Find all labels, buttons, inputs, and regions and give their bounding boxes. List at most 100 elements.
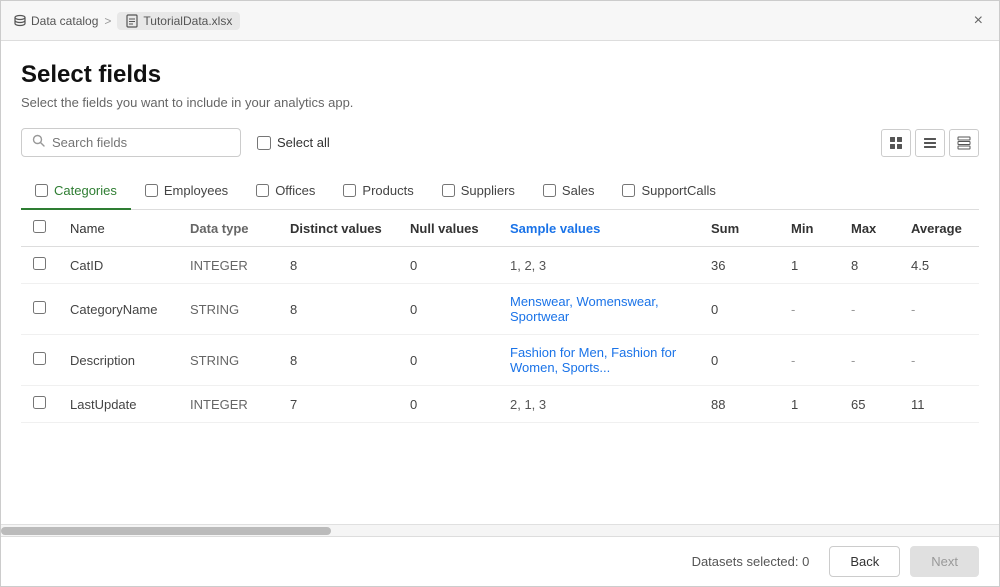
- page-title: Select fields: [21, 61, 979, 89]
- titlebar: Data catalog > TutorialData.xlsx ×: [1, 1, 999, 41]
- header-min: Min: [779, 210, 839, 247]
- row-avg: 4.5: [899, 247, 979, 284]
- row-checkbox[interactable]: [33, 257, 46, 270]
- list-view-button[interactable]: [915, 129, 945, 157]
- row-null: 0: [398, 247, 498, 284]
- breadcrumb: Data catalog > TutorialData.xlsx: [13, 12, 970, 30]
- row-check[interactable]: [21, 247, 58, 284]
- datasets-selected-label: Datasets selected: 0: [692, 554, 810, 569]
- row-distinct: 7: [278, 386, 398, 423]
- tab-suppliers[interactable]: Suppliers: [428, 173, 529, 210]
- row-name: CategoryName: [58, 284, 178, 335]
- select-all-checkbox[interactable]: [257, 136, 271, 150]
- row-check[interactable]: [21, 335, 58, 386]
- horizontal-scrollbar[interactable]: [1, 524, 999, 536]
- tab-categories[interactable]: Categories: [21, 173, 131, 210]
- row-distinct: 8: [278, 335, 398, 386]
- row-sum: 36: [699, 247, 779, 284]
- header-datatype: Data type: [178, 210, 278, 247]
- database-icon: [13, 14, 27, 28]
- row-min: 1: [779, 386, 839, 423]
- row-distinct: 8: [278, 284, 398, 335]
- tabs: Categories Employees Offices Products Su…: [21, 173, 979, 210]
- tab-employees-checkbox[interactable]: [145, 184, 158, 197]
- search-input[interactable]: [52, 135, 230, 150]
- tab-supportcalls-checkbox[interactable]: [622, 184, 635, 197]
- row-sum: 88: [699, 386, 779, 423]
- row-avg: -: [899, 335, 979, 386]
- tab-sales-checkbox[interactable]: [543, 184, 556, 197]
- row-checkbox[interactable]: [33, 396, 46, 409]
- tab-products[interactable]: Products: [329, 173, 427, 210]
- row-min: -: [779, 284, 839, 335]
- page-subtitle: Select the fields you want to include in…: [21, 95, 979, 110]
- row-name: CatID: [58, 247, 178, 284]
- fields-table: Name Data type Distinct values Null valu…: [21, 210, 979, 423]
- header-sample: Sample values: [498, 210, 699, 247]
- row-max: -: [839, 284, 899, 335]
- row-sample: Fashion for Men, Fashion for Women, Spor…: [498, 335, 699, 386]
- row-min: 1: [779, 247, 839, 284]
- row-type: INTEGER: [178, 386, 278, 423]
- row-checkbox[interactable]: [33, 352, 46, 365]
- table-select-all-checkbox[interactable]: [33, 220, 46, 233]
- row-distinct: 8: [278, 247, 398, 284]
- tab-offices-label: Offices: [275, 183, 315, 198]
- tab-products-checkbox[interactable]: [343, 184, 356, 197]
- row-sum: 0: [699, 284, 779, 335]
- breadcrumb-home-label: Data catalog: [31, 14, 98, 28]
- tab-sales[interactable]: Sales: [529, 173, 609, 210]
- row-null: 0: [398, 284, 498, 335]
- tab-products-label: Products: [362, 183, 413, 198]
- row-min: -: [779, 335, 839, 386]
- row-max: 8: [839, 247, 899, 284]
- tab-employees-label: Employees: [164, 183, 228, 198]
- view-icons: [881, 129, 979, 157]
- row-avg: -: [899, 284, 979, 335]
- toolbar: Select all: [21, 128, 979, 157]
- main-content: Select fields Select the fields you want…: [1, 41, 999, 524]
- row-name: Description: [58, 335, 178, 386]
- row-null: 0: [398, 335, 498, 386]
- header-null: Null values: [398, 210, 498, 247]
- breadcrumb-home[interactable]: Data catalog: [13, 14, 98, 28]
- tab-supportcalls[interactable]: SupportCalls: [608, 173, 729, 210]
- row-checkbox[interactable]: [33, 301, 46, 314]
- row-name: LastUpdate: [58, 386, 178, 423]
- back-button[interactable]: Back: [829, 546, 900, 577]
- header-name: Name: [58, 210, 178, 247]
- search-icon: [32, 134, 46, 151]
- header-average: Average: [899, 210, 979, 247]
- row-sum: 0: [699, 335, 779, 386]
- tab-suppliers-checkbox[interactable]: [442, 184, 455, 197]
- tab-categories-label: Categories: [54, 183, 117, 198]
- tab-employees[interactable]: Employees: [131, 173, 242, 210]
- header-distinct: Distinct values: [278, 210, 398, 247]
- header-check: [21, 210, 58, 247]
- table-header-row: Name Data type Distinct values Null valu…: [21, 210, 979, 247]
- select-all-label[interactable]: Select all: [257, 135, 330, 150]
- row-max: -: [839, 335, 899, 386]
- breadcrumb-separator: >: [104, 14, 111, 28]
- tab-offices-checkbox[interactable]: [256, 184, 269, 197]
- tab-supportcalls-label: SupportCalls: [641, 183, 715, 198]
- search-box[interactable]: [21, 128, 241, 157]
- row-sample: Menswear, Womenswear, Sportwear: [498, 284, 699, 335]
- grid-view-button[interactable]: [881, 129, 911, 157]
- row-sample: 1, 2, 3: [498, 247, 699, 284]
- row-null: 0: [398, 386, 498, 423]
- detail-view-button[interactable]: [949, 129, 979, 157]
- row-type: INTEGER: [178, 247, 278, 284]
- row-type: STRING: [178, 284, 278, 335]
- header-sum: Sum: [699, 210, 779, 247]
- table-row: Description STRING 8 0 Fashion for Men, …: [21, 335, 979, 386]
- scroll-thumb[interactable]: [1, 527, 331, 535]
- tab-categories-checkbox[interactable]: [35, 184, 48, 197]
- main-window: Data catalog > TutorialData.xlsx × Selec…: [0, 0, 1000, 587]
- breadcrumb-file[interactable]: TutorialData.xlsx: [117, 12, 240, 30]
- row-check[interactable]: [21, 386, 58, 423]
- row-check[interactable]: [21, 284, 58, 335]
- tab-offices[interactable]: Offices: [242, 173, 329, 210]
- close-button[interactable]: ×: [970, 8, 987, 34]
- next-button[interactable]: Next: [910, 546, 979, 577]
